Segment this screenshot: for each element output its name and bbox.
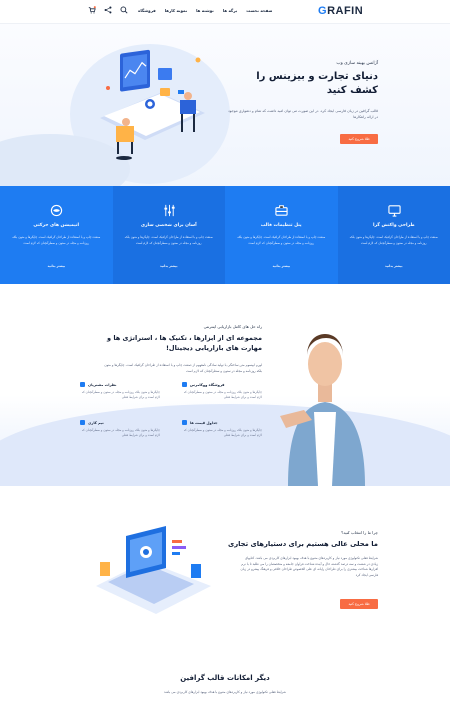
about-feature-description: چاپگرها و متون بلکه روزنامه و مجله در ست… xyxy=(183,428,262,437)
site-logo[interactable]: GRAFIN xyxy=(318,5,363,17)
about-feature-item: نظرات مشتریان چاپگرها و متون بلکه روزنام… xyxy=(80,382,160,400)
feature-card: طراحی واکنش گرا صنعت چاپ و با استفاده از… xyxy=(337,186,450,284)
about-feature-title: جداول قیمت ها xyxy=(190,420,218,425)
about-feature-item: فروشگاه ووکامرس چاپگرها و متون بلکه روزن… xyxy=(182,382,262,400)
about-section: راه حل های کامل بازاریابی اینترنتی مجموع… xyxy=(0,284,450,486)
hero-illustration xyxy=(100,49,205,160)
about-feature-title: نظرات مشتریان xyxy=(88,382,117,387)
feature-description: صنعت چاپ و با استفاده از طراحان گرافیک ا… xyxy=(349,235,438,245)
feature-title: پنل تنظیمات قالب xyxy=(260,223,302,228)
monitor-icon xyxy=(387,205,401,217)
about-description: لورم ایپسوم متن ساختگی با تولید سادگی نا… xyxy=(104,363,262,373)
nav-item-portfolio[interactable]: نمونه کارها xyxy=(165,8,187,13)
section-title: دیگر امکانات قالب گرافین xyxy=(180,674,270,682)
hero-subtitle: آژانس بهینه سازی وب xyxy=(336,61,378,66)
sliders-icon xyxy=(163,204,175,217)
hero-section: آژانس بهینه سازی وب دنیای تجارت و بیزینس… xyxy=(0,24,450,186)
about-feature-title: فروشگاه ووکامرس xyxy=(190,382,225,387)
hero-cta-button[interactable]: طلا شروع کنید xyxy=(340,134,378,144)
why-subtitle: چرا ما را انتخاب کنید؟ xyxy=(341,530,378,535)
quote-icon xyxy=(80,382,85,387)
feature-title: طراحی واکنش گرا xyxy=(372,223,415,228)
feature-description: صنعت چاپ و با استفاده از طراحان گرافیک ا… xyxy=(124,235,213,245)
feature-card: پنل تنظیمات قالب صنعت چاپ و با استفاده ا… xyxy=(225,186,338,284)
section-description: شرایط فعلی تکنولوژی مورد نیاز و کاربردها… xyxy=(164,690,286,694)
search-icon[interactable] xyxy=(120,6,128,14)
briefcase-icon xyxy=(275,205,288,216)
features-intro-section: دیگر امکانات قالب گرافین شرایط فعلی تکنو… xyxy=(0,646,450,703)
background-wave xyxy=(0,404,450,486)
nav-item-shop[interactable]: فروشگاه xyxy=(138,8,156,13)
feature-description: صنعت چاپ و با استفاده از طراحان گرافیک ا… xyxy=(237,235,326,245)
about-feature-description: چاپگرها و متون بلکه روزنامه و مجله در ست… xyxy=(81,390,160,399)
about-feature-item: جداول قیمت ها چاپگرها و متون بلکه روزنام… xyxy=(182,420,262,438)
team-icon xyxy=(80,420,85,425)
nav-item-posts[interactable]: نوشته ها xyxy=(196,8,214,13)
about-feature-item: تیم کاری چاپگرها و متون بلکه روزنامه و م… xyxy=(80,420,160,438)
table-icon xyxy=(182,420,187,425)
site-header: GRAFIN صفحه نخست برگه ها نوشته ها نمونه … xyxy=(0,0,450,24)
feature-link[interactable]: بیشتر بدانید xyxy=(0,264,113,268)
feature-title: انیمیشن های حرکتی xyxy=(33,223,80,228)
about-title: مجموعه ای از ابزارها ، تکنیک ها ، استرات… xyxy=(107,334,262,352)
why-cta-button[interactable]: طلا شروع کنید xyxy=(340,599,378,609)
why-section: چرا ما را انتخاب کنید؟ ما محلی عالی هستی… xyxy=(0,486,450,646)
features-band: طراحی واکنش گرا صنعت چاپ و با استفاده از… xyxy=(0,186,450,284)
main-nav: صفحه نخست برگه ها نوشته ها نمونه کارها ف… xyxy=(138,8,272,13)
eye-icon xyxy=(50,204,63,217)
header-icons xyxy=(88,6,128,14)
cart-icon xyxy=(182,382,187,387)
share-icon[interactable] xyxy=(104,6,112,14)
about-feature-description: چاپگرها و متون بلکه روزنامه و مجله در ست… xyxy=(183,390,262,399)
hero-title: دنیای تجارت و بیزینس را کشف کنید xyxy=(256,71,378,96)
feature-card: انیمیشن های حرکتی صنعت چاپ و با استفاده … xyxy=(0,186,113,284)
why-description: شرایط فعلی تکنولوژی مورد نیاز و کاربردها… xyxy=(240,556,378,577)
about-feature-title: تیم کاری xyxy=(88,420,104,425)
feature-card: آسان برای شخصی سازی صنعت چاپ و با استفاد… xyxy=(112,186,226,284)
why-title: ما محلی عالی هستیم برای دستیارهای تجاری xyxy=(227,540,378,548)
nav-item-home[interactable]: صفحه نخست xyxy=(246,8,272,13)
feature-description: صنعت چاپ و با استفاده از طراحان گرافیک ا… xyxy=(12,235,101,245)
feature-link[interactable]: بیشتر بدانید xyxy=(338,264,450,268)
nav-item-pages[interactable]: برگه ها xyxy=(223,8,237,13)
hero-description: قالب گرافین در زبان فارسی ایجاد کرد. در … xyxy=(228,109,378,119)
cart-icon[interactable] xyxy=(88,6,96,14)
feature-link[interactable]: بیشتر بدانید xyxy=(225,264,338,268)
feature-title: آسان برای شخصی سازی xyxy=(140,223,197,228)
feature-link[interactable]: بیشتر بدانید xyxy=(113,264,226,268)
about-subtitle: راه حل های کامل بازاریابی اینترنتی xyxy=(203,324,262,329)
about-feature-description: چاپگرها و متون بلکه روزنامه و مجله در ست… xyxy=(81,428,160,437)
laptop-illustration xyxy=(96,526,211,614)
person-photo xyxy=(280,334,365,486)
